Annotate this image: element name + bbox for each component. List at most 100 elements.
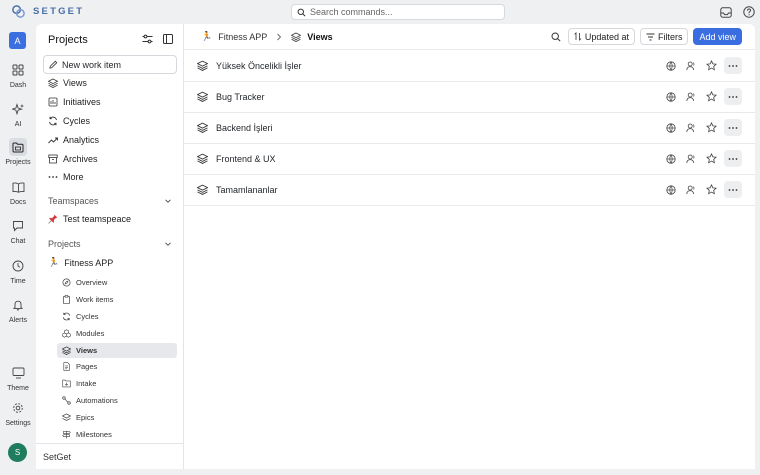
rail-item-dash[interactable]: Dash — [0, 61, 36, 89]
automation-icon — [62, 396, 71, 405]
project-subitem-overview[interactable]: Overview — [57, 275, 177, 290]
globe-icon[interactable] — [664, 152, 678, 166]
sliders-icon[interactable] — [142, 34, 153, 46]
rail-item-ai[interactable]: AI — [0, 100, 36, 128]
user-avatar[interactable]: S — [8, 443, 27, 462]
teamspaces-section[interactable]: Teamspaces — [48, 196, 172, 206]
project-subitem-automations[interactable]: Automations — [57, 393, 177, 408]
project-subitem-work-items[interactable]: Work items — [57, 292, 177, 307]
globe-icon[interactable] — [664, 183, 678, 197]
user-icon[interactable] — [684, 183, 698, 197]
sidebar-toggle-icon[interactable] — [163, 34, 173, 46]
user-icon[interactable] — [684, 121, 698, 135]
new-work-item-button[interactable]: New work item — [43, 55, 177, 74]
user-icon[interactable] — [684, 90, 698, 104]
teamspace-item[interactable]: Test teamspeace — [43, 210, 177, 227]
view-row[interactable]: Frontend & UX — [184, 144, 755, 175]
more-options-button[interactable] — [724, 181, 742, 198]
view-name: Bug Tracker — [216, 92, 265, 102]
star-icon[interactable] — [704, 121, 718, 135]
app-name: SETGET — [33, 6, 85, 17]
user-icon[interactable] — [684, 59, 698, 73]
command-search[interactable] — [291, 4, 505, 20]
projects-sidebar: Projects New work item Views Initiatives… — [36, 24, 184, 469]
layers-icon — [197, 60, 208, 71]
more-options-button[interactable] — [724, 57, 742, 74]
project-subitem-cycles[interactable]: Cycles — [57, 309, 177, 324]
more-options-button[interactable] — [724, 150, 742, 167]
sidebar-item-analytics[interactable]: Analytics — [43, 131, 177, 148]
inbox-icon[interactable] — [719, 5, 733, 19]
rail-item-chat[interactable]: Chat — [0, 217, 36, 245]
pin-icon — [48, 214, 58, 224]
user-icon[interactable] — [684, 152, 698, 166]
more-options-button[interactable] — [724, 119, 742, 136]
projects-heading: Projects — [48, 239, 81, 249]
view-name: Yüksek Öncelikli İşler — [216, 61, 302, 71]
subitem-label: Cycles — [76, 312, 99, 321]
rail-item-docs[interactable]: Docs — [0, 178, 36, 206]
chevron-down-icon — [165, 242, 171, 246]
sidebar-item-archives[interactable]: Archives — [43, 150, 177, 167]
project-subitem-epics[interactable]: Epics — [57, 410, 177, 425]
edit-icon — [49, 60, 58, 69]
sidebar-item-views[interactable]: Views — [43, 74, 177, 91]
teamspace-label: Test teamspeace — [63, 213, 132, 224]
rail-item-time[interactable]: Time — [0, 257, 36, 285]
star-icon[interactable] — [704, 152, 718, 166]
subitem-label: Overview — [76, 278, 108, 287]
filters-button[interactable]: Filters — [639, 28, 689, 45]
help-icon[interactable] — [742, 5, 756, 19]
rail-item-settings[interactable]: Settings — [0, 399, 36, 427]
modules-icon — [62, 329, 71, 338]
more-options-button[interactable] — [724, 88, 742, 105]
view-row[interactable]: Backend İşleri — [184, 113, 755, 144]
add-view-button[interactable]: Add view — [693, 28, 742, 45]
rail-item-theme[interactable]: Theme — [0, 364, 36, 392]
breadcrumb-project[interactable]: Fitness APP — [218, 32, 267, 42]
search-input[interactable] — [310, 7, 490, 17]
chevron-right-icon — [277, 33, 282, 40]
view-row[interactable]: Yüksek Öncelikli İşler — [184, 51, 755, 82]
project-item-fitness-app[interactable]: 🏃 Fitness APP — [43, 254, 177, 271]
app-logo[interactable]: SETGET — [11, 4, 84, 19]
rail-label: Dash — [9, 82, 27, 89]
folder-icon — [9, 138, 27, 156]
epic-icon — [62, 413, 71, 421]
globe-icon[interactable] — [664, 90, 678, 104]
rail-item-projects[interactable]: Projects — [0, 138, 36, 166]
workspace-avatar[interactable]: A — [9, 32, 26, 49]
star-icon[interactable] — [704, 59, 718, 73]
subitem-label: Work items — [76, 295, 114, 304]
sidebar-item-label: Analytics — [63, 134, 100, 145]
search-icon — [551, 31, 561, 42]
runner-icon: 🏃 — [201, 31, 213, 41]
sidebar-item-initiatives[interactable]: Initiatives — [43, 93, 177, 110]
rail-item-alerts[interactable]: Alerts — [0, 296, 36, 324]
projects-section[interactable]: Projects — [48, 239, 172, 249]
top-bar: SETGET — [0, 0, 760, 24]
globe-icon[interactable] — [664, 121, 678, 135]
sidebar-item-cycles[interactable]: Cycles — [43, 112, 177, 129]
rail-label: Docs — [10, 199, 26, 206]
clock-icon — [9, 257, 27, 275]
star-icon[interactable] — [704, 183, 718, 197]
layers-icon — [197, 91, 208, 102]
search-button[interactable] — [549, 30, 563, 44]
subitem-label: Automations — [76, 396, 118, 405]
project-subitem-intake[interactable]: Intake — [57, 376, 177, 391]
sort-updated-button[interactable]: Updated at — [567, 28, 635, 45]
view-row[interactable]: Bug Tracker — [184, 82, 755, 113]
project-subitem-modules[interactable]: Modules — [57, 326, 177, 341]
rail-label: Projects — [5, 159, 31, 166]
view-row[interactable]: Tamamlananlar — [184, 175, 755, 206]
globe-icon[interactable] — [664, 59, 678, 73]
workspace-footer[interactable]: SetGet — [36, 443, 184, 469]
layers-icon — [291, 32, 302, 42]
project-subitem-views[interactable]: Views — [57, 343, 177, 358]
project-subitem-milestones[interactable]: Milestones — [57, 427, 177, 442]
sidebar-item-more[interactable]: More — [43, 168, 177, 185]
filter-icon — [646, 33, 655, 40]
star-icon[interactable] — [704, 90, 718, 104]
project-subitem-pages[interactable]: Pages — [57, 359, 177, 374]
